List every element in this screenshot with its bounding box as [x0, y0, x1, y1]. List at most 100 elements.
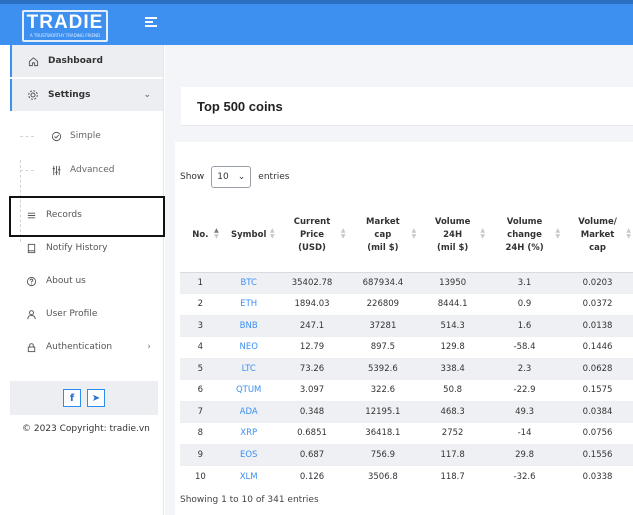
sidebar-item-settings[interactable]: Settings ⌄ [10, 79, 163, 111]
brand-name: TRADIE [26, 12, 104, 33]
coin-symbol-link[interactable]: BTC [220, 271, 277, 294]
table-cell: 1 [180, 271, 221, 294]
brand-logo[interactable]: TRADIE A TRUSTWORTHY TRADING FRIEND [22, 10, 108, 42]
coin-symbol-link[interactable]: XRP [220, 422, 277, 444]
table-cell: 2 [180, 293, 221, 315]
copyright-text: © 2023 Copyright: tradie.vn [22, 424, 150, 434]
sort-icon: ▲ ▼ [480, 227, 485, 240]
bookmark-icon [24, 241, 38, 255]
sort-icon: ▲ ▼ [340, 227, 346, 240]
sort-icon: ▲ ▼ [214, 227, 219, 240]
coin-symbol-link[interactable]: BNB [220, 314, 277, 337]
column-header-label: Symbol [231, 230, 267, 241]
table-cell: -14 [486, 422, 563, 444]
column-header-label: Price [299, 230, 325, 241]
page-title: Top 500 coins [197, 99, 283, 114]
column-header[interactable]: Symbol ▲ ▼ [220, 200, 277, 273]
lock-icon [24, 340, 38, 354]
table-cell: 5 [180, 357, 221, 380]
coin-symbol-link[interactable]: NEO [220, 336, 277, 358]
table-row[interactable]: 4 NEO 12.79 897.5 129.8 -58.4 0.1446 [180, 336, 633, 358]
table-cell: 12195.1 [347, 400, 419, 423]
telegram-icon[interactable]: ➤ [87, 389, 105, 407]
table-cell: 338.4 [418, 357, 487, 380]
entries-select[interactable]: 10 ⌄ [211, 166, 252, 188]
table-row[interactable]: 7 ADA 0.348 12195.1 468.3 49.3 0.0384 [180, 400, 633, 423]
table-cell: 4 [180, 336, 221, 358]
entries-label: entries [258, 172, 290, 182]
table-header-row: No. ▲ ▼ Symbol ▲ ▼ Current Price (USD) ▲ ▼ Market ca… [180, 200, 633, 273]
table-cell: 3.1 [486, 271, 563, 294]
sort-icon: ▲ ▼ [626, 227, 631, 240]
coin-symbol-link[interactable]: QTUM [220, 379, 277, 401]
sidebar-item-label: Simple [70, 131, 101, 141]
table-cell: 0.0338 [562, 465, 633, 487]
table-row[interactable]: 10 XLM 0.126 3506.8 118.7 -32.6 0.0338 [180, 465, 633, 487]
column-header-label: Volume/ [578, 217, 617, 228]
facebook-icon[interactable]: f [63, 389, 81, 407]
coin-symbol-link[interactable]: ETH [220, 293, 277, 315]
sidebar-item-user-profile[interactable]: User Profile [10, 298, 163, 330]
sidebar-item-simple[interactable]: Simple [10, 120, 163, 152]
table-row[interactable]: 3 BNB 247.1 37281 514.3 1.6 0.0138 [180, 314, 633, 337]
table-row[interactable]: 9 EOS 0.687 756.9 117.8 29.8 0.1556 [180, 443, 633, 466]
chevron-down-icon: ⌄ [237, 172, 246, 182]
column-header-label: Volume [434, 217, 471, 228]
check-circle-icon [50, 130, 62, 142]
column-header-label: Current [293, 217, 331, 228]
sidebar-item-dashboard[interactable]: Dashboard [10, 45, 163, 77]
table-cell: 35402.78 [276, 271, 348, 294]
table-cell: 7 [180, 400, 221, 423]
table-body: 1 BTC 35402.78 687934.4 13950 3.1 0.0203 2 ETH 18… [180, 271, 633, 487]
table-cell: 0.348 [276, 400, 348, 423]
chevron-down-icon: ⌄ [143, 90, 151, 100]
table-cell: 129.8 [418, 336, 487, 358]
column-header[interactable]: Market cap (mil $) ▲ ▼ [347, 200, 419, 273]
column-header[interactable]: Volume change 24H (%) ▲ ▼ [486, 200, 563, 273]
table-cell: 0.1575 [562, 379, 633, 401]
column-header[interactable]: Volume 24H (mil $) ▲ ▼ [418, 200, 487, 273]
menu-toggle-icon[interactable] [142, 15, 160, 29]
coins-table: No. ▲ ▼ Symbol ▲ ▼ Current Price (USD) ▲ ▼ Market ca… [180, 200, 633, 487]
table-cell: 117.8 [418, 443, 487, 466]
table-cell: 29.8 [486, 443, 563, 466]
coin-symbol-link[interactable]: EOS [220, 443, 277, 466]
column-header-label: No. [192, 230, 209, 241]
column-header[interactable]: Current Price (USD) ▲ ▼ [276, 200, 348, 273]
sidebar-item-authentication[interactable]: Authentication › [10, 331, 163, 363]
sidebar-item-advanced[interactable]: Advanced [10, 154, 163, 186]
coin-symbol-link[interactable]: ADA [220, 400, 277, 423]
sidebar-item-label: Notify History [46, 243, 108, 253]
table-cell: 36418.1 [347, 422, 419, 444]
table-cell: 0.0756 [562, 422, 633, 444]
table-row[interactable]: 5 LTC 73.26 5392.6 338.4 2.3 0.0628 [180, 357, 633, 380]
table-row[interactable]: 1 BTC 35402.78 687934.4 13950 3.1 0.0203 [180, 271, 633, 294]
coin-symbol-link[interactable]: LTC [220, 357, 277, 380]
table-cell: 0.1446 [562, 336, 633, 358]
table-cell: 13950 [418, 271, 487, 294]
column-header-label: Volume [506, 217, 543, 228]
sidebar: Dashboard Settings ⌄ Simple Advanced Rec… [0, 45, 165, 515]
table-cell: 10 [180, 465, 221, 487]
column-header-label: cap [589, 243, 606, 254]
page-header-card: Top 500 coins [181, 87, 633, 126]
column-header-label: Market [580, 230, 615, 241]
table-cell: 0.1556 [562, 443, 633, 466]
sidebar-item-about-us[interactable]: About us [10, 265, 163, 297]
show-label: Show [180, 172, 205, 182]
sort-icon: ▲ ▼ [555, 227, 561, 240]
table-cell: 50.8 [418, 379, 487, 401]
table-cell: 0.0138 [562, 314, 633, 337]
table-cell: -58.4 [486, 336, 563, 358]
table-row[interactable]: 6 QTUM 3.097 322.6 50.8 -22.9 0.1575 [180, 379, 633, 401]
table-cell: 73.26 [276, 357, 348, 380]
table-cell: -22.9 [486, 379, 563, 401]
column-header[interactable]: Volume/Market cap ▲ ▼ [562, 200, 633, 273]
column-header[interactable]: No. ▲ ▼ [180, 200, 221, 273]
table-cell: 226809 [347, 293, 419, 315]
top-bar-border [0, 0, 633, 4]
table-cell: 37281 [347, 314, 419, 337]
table-row[interactable]: 8 XRP 0.6851 36418.1 2752 -14 0.0756 [180, 422, 633, 444]
table-row[interactable]: 2 ETH 1894.03 226809 8444.1 0.9 0.0372 [180, 293, 633, 315]
coin-symbol-link[interactable]: XLM [220, 465, 277, 487]
